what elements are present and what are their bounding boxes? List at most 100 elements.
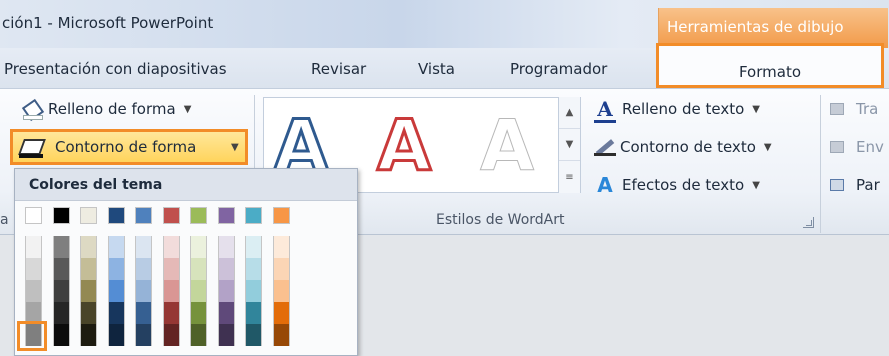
drawing-tools-contextual-tab[interactable]: Herramientas de dibujo: [658, 8, 888, 48]
color-swatch[interactable]: [107, 324, 125, 346]
gallery-more-button[interactable]: ≡: [559, 161, 580, 193]
text-effects-icon: A: [597, 173, 613, 197]
send-backward-button[interactable]: Env: [830, 134, 884, 160]
color-swatch[interactable]: [245, 280, 262, 302]
chevron-down-icon: ▼: [231, 142, 239, 153]
color-swatch[interactable]: [272, 207, 290, 224]
color-swatch[interactable]: [162, 207, 180, 224]
theme-colors-header: Colores del tema: [15, 169, 357, 201]
text-fill-button[interactable]: A Relleno de texto ▼: [594, 96, 760, 123]
text-effects-label: Efectos de texto: [622, 176, 745, 194]
color-swatch[interactable]: [80, 236, 97, 258]
color-swatch[interactable]: [80, 280, 97, 302]
color-swatch[interactable]: [107, 258, 125, 280]
dialog-launcher-icon[interactable]: [803, 217, 814, 228]
wordart-style-red[interactable]: A: [375, 105, 432, 188]
selection-pane-button[interactable]: Par: [830, 172, 880, 198]
shape-outline-button[interactable]: Contorno de forma ▼: [10, 129, 248, 165]
color-swatch[interactable]: [190, 258, 207, 280]
pen-outline-icon: [19, 137, 43, 159]
gallery-scroll-down-button[interactable]: ▼: [559, 129, 580, 161]
color-swatch[interactable]: [80, 207, 97, 224]
selection-pane-label: Par: [856, 176, 880, 194]
text-fill-label: Relleno de texto: [622, 100, 745, 118]
color-swatch[interactable]: [25, 207, 42, 224]
color-swatch[interactable]: [135, 236, 152, 258]
color-swatch[interactable]: [217, 280, 235, 302]
color-swatch[interactable]: [272, 258, 290, 280]
color-swatch[interactable]: [190, 207, 207, 224]
color-swatch[interactable]: [135, 302, 152, 324]
pencil-outline-icon: [594, 137, 616, 157]
color-swatch[interactable]: [217, 207, 235, 224]
bring-forward-button[interactable]: Tra: [830, 96, 878, 122]
color-swatch[interactable]: [217, 258, 235, 280]
color-swatch[interactable]: [107, 280, 125, 302]
send-backward-label: Env: [856, 138, 884, 156]
color-swatch[interactable]: [190, 236, 207, 258]
text-effects-button[interactable]: A Efectos de texto ▼: [594, 172, 760, 198]
selection-pane-icon: [830, 179, 844, 191]
theme-colors-dropdown: Colores del tema: [14, 168, 358, 356]
color-swatch[interactable]: [135, 280, 152, 302]
color-swatch[interactable]: [217, 324, 235, 346]
color-swatch[interactable]: [162, 258, 180, 280]
color-swatch[interactable]: [52, 280, 70, 302]
color-swatch[interactable]: [162, 236, 180, 258]
color-swatch[interactable]: [272, 302, 290, 324]
color-swatch[interactable]: [272, 236, 290, 258]
group-divider: [820, 95, 821, 233]
color-swatch[interactable]: [52, 302, 70, 324]
color-swatch[interactable]: [272, 280, 290, 302]
color-swatch[interactable]: [190, 280, 207, 302]
color-swatch[interactable]: [52, 324, 70, 346]
tab-format[interactable]: Formato: [656, 43, 884, 88]
window-title: ción1 - Microsoft PowerPoint: [2, 14, 214, 32]
color-swatch[interactable]: [245, 236, 262, 258]
color-swatch[interactable]: [107, 302, 125, 324]
text-outline-button[interactable]: Contorno de texto ▼: [594, 134, 772, 160]
color-swatch[interactable]: [162, 324, 180, 346]
color-swatch[interactable]: [135, 324, 152, 346]
color-swatch[interactable]: [107, 236, 125, 258]
color-swatch[interactable]: [217, 236, 235, 258]
color-swatch[interactable]: [25, 258, 42, 280]
color-swatch[interactable]: [52, 258, 70, 280]
color-swatch[interactable]: [135, 207, 152, 224]
paint-bucket-icon: [22, 99, 43, 120]
color-swatch[interactable]: [272, 324, 290, 346]
chevron-down-icon: ▼: [763, 141, 772, 153]
color-swatch[interactable]: [190, 324, 207, 346]
shape-fill-button[interactable]: Relleno de forma ▼: [22, 96, 191, 122]
color-swatch[interactable]: [107, 207, 125, 224]
color-swatch[interactable]: [245, 302, 262, 324]
color-swatch[interactable]: [25, 280, 42, 302]
tab-review[interactable]: Revisar: [311, 60, 366, 78]
tab-slideshow[interactable]: Presentación con diapositivas: [4, 60, 227, 78]
color-swatch[interactable]: [162, 280, 180, 302]
chevron-down-icon: ▼: [752, 179, 760, 191]
selected-color-highlight: [17, 321, 47, 351]
shape-outline-label: Contorno de forma: [55, 138, 197, 156]
color-swatch[interactable]: [190, 302, 207, 324]
color-swatch[interactable]: [52, 236, 70, 258]
bring-forward-label: Tra: [856, 100, 879, 118]
color-swatch[interactable]: [25, 236, 42, 258]
color-swatch[interactable]: [245, 324, 262, 346]
color-swatch[interactable]: [217, 302, 235, 324]
tab-format-label: Formato: [738, 63, 802, 81]
color-swatch[interactable]: [245, 258, 262, 280]
drawing-tools-label: Herramientas de dibujo: [667, 18, 844, 36]
color-swatch[interactable]: [80, 258, 97, 280]
color-swatch[interactable]: [135, 258, 152, 280]
gallery-scroll-up-button[interactable]: ▲: [559, 97, 580, 129]
wordart-style-white[interactable]: A: [479, 106, 534, 187]
color-swatch[interactable]: [80, 302, 97, 324]
text-outline-label: Contorno de texto: [620, 138, 756, 156]
color-swatch[interactable]: [245, 207, 262, 224]
tab-view[interactable]: Vista: [418, 60, 455, 78]
color-swatch[interactable]: [162, 302, 180, 324]
color-swatch[interactable]: [52, 207, 70, 224]
tab-developer[interactable]: Programador: [510, 60, 607, 78]
color-swatch[interactable]: [80, 324, 97, 346]
